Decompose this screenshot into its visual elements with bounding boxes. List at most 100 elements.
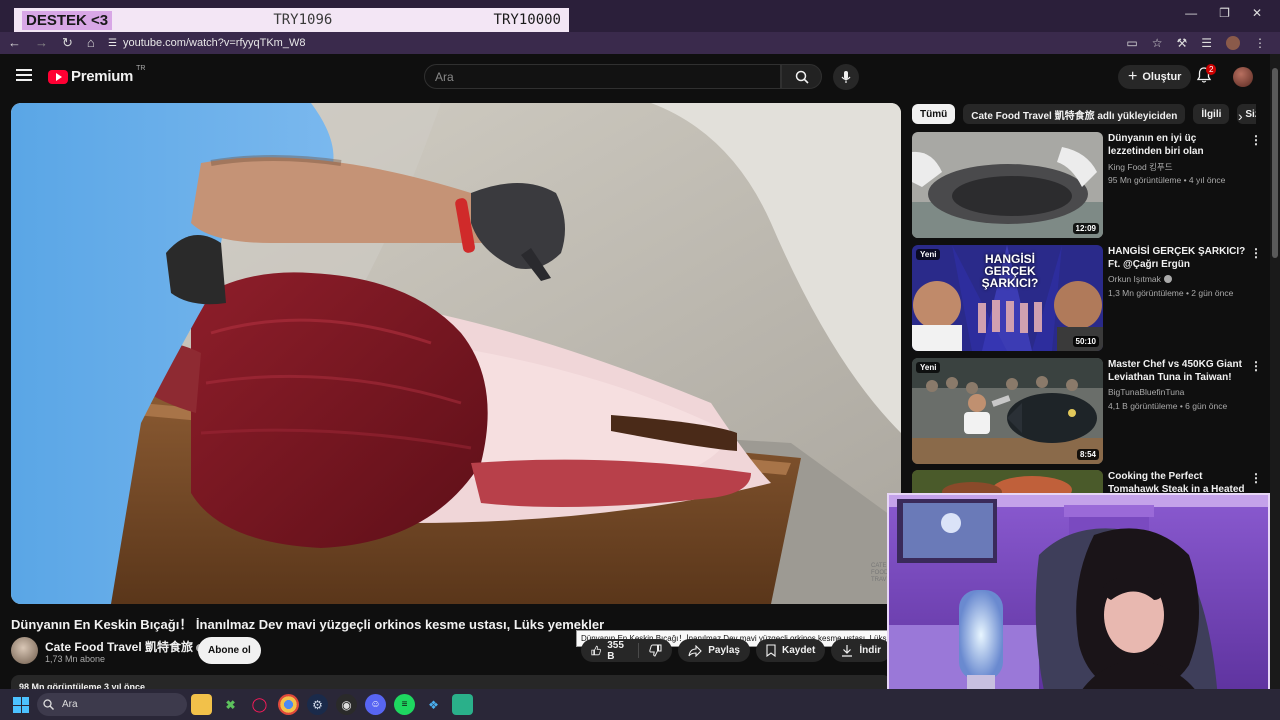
steak-thumbnail-image [912, 470, 1103, 494]
chevron-right-icon[interactable]: › [1238, 108, 1243, 124]
profile-avatar-icon[interactable] [1226, 36, 1240, 50]
channel-avatar[interactable] [11, 637, 38, 664]
taskbar-search-input[interactable]: Ara [37, 693, 187, 716]
forward-icon[interactable]: → [35, 35, 48, 51]
share-button[interactable]: Paylaş [678, 639, 750, 662]
browser-menu-icon[interactable]: ⋮ [1254, 36, 1266, 50]
windows-taskbar: Ara ✖ ◯ ⚙ ◉ ☺ ≡ ❖ [0, 689, 1280, 720]
search-button[interactable] [781, 64, 822, 89]
recommendation-item[interactable]: 12:09 Dünyanın en iyi üç lezzetinden bir… [912, 132, 1262, 238]
download-button[interactable]: İndir [831, 639, 891, 662]
like-count: 355 B [607, 639, 624, 662]
channel-row: Cate Food Travel 凱特食旅 1,73 Mn abone Abon… [11, 637, 891, 665]
recommendation-title[interactable]: Dünyanın en iyi üç lezzetinden biri olan… [1108, 132, 1246, 158]
windows-start-icon[interactable] [13, 697, 29, 713]
create-label: Oluştur [1142, 71, 1182, 83]
save-button[interactable]: Kaydet [755, 639, 826, 662]
gallery-app-icon[interactable] [452, 694, 473, 715]
video-thumbnail[interactable]: HANGİSİ GERÇEK ŞARKICI? Yeni 50:10 [912, 245, 1103, 351]
video-thumbnail[interactable]: 12:09 [912, 132, 1103, 238]
media-control-icon[interactable]: ☰ [1201, 36, 1212, 50]
like-dislike-group: 355 B [581, 639, 673, 662]
recommendation-channel[interactable]: BigTunaBluefinTuna [1108, 387, 1184, 397]
recommendation-item[interactable]: Yeni 8:54 Master Chef vs 450KG Giant Lev… [912, 358, 1262, 464]
restore-icon[interactable]: ❐ [1219, 6, 1230, 20]
hamburger-menu-icon[interactable] [16, 69, 32, 81]
chip-related[interactable]: İlgili [1193, 104, 1230, 124]
page-scrollbar[interactable] [1270, 54, 1280, 694]
video-thumbnail[interactable]: Yeni 8:54 [912, 358, 1103, 464]
more-options-icon[interactable]: ⋮ [1250, 472, 1262, 484]
recommendation-title[interactable]: Cooking the Perfect Tomahawk Steak in a … [1108, 470, 1246, 494]
share-icon [688, 644, 703, 657]
microphone-icon [841, 71, 851, 83]
minimize-icon[interactable]: — [1185, 6, 1197, 20]
channel-name-text: Cate Food Travel 凱特食旅 [45, 640, 194, 654]
install-app-icon[interactable]: ▭ [1126, 36, 1137, 50]
reload-icon[interactable]: ↻ [62, 35, 73, 51]
download-icon [842, 645, 853, 657]
video-duration: 50:10 [1072, 336, 1099, 347]
browser-tabstrip: DESTEK <3 TRY1096 TRY10000 — ❐ ✕ [0, 0, 1280, 32]
download-label: İndir [859, 645, 881, 656]
recommendation-title[interactable]: HANGİSİ GERÇEK ŞARKICI? Ft. @Çağrı Ergün [1108, 245, 1246, 271]
video-thumbnail[interactable] [912, 470, 1103, 494]
url-field[interactable]: ☰ youtube.com/watch?v=rfyyqTKm_W8 [108, 37, 305, 49]
home-icon[interactable]: ⌂ [87, 35, 95, 51]
chip-from-uploader[interactable]: Cate Food Travel 凱特食旅 adlı yükleyiciden [963, 104, 1186, 124]
recommendation-item[interactable]: HANGİSİ GERÇEK ŞARKICI? Yeni 50:10 HANGİ… [912, 245, 1262, 351]
filter-chips: Tümü Cate Food Travel 凱特食旅 adlı yükleyic… [912, 104, 1256, 124]
spotify-icon[interactable]: ≡ [394, 694, 415, 715]
recommendation-channel[interactable]: King Food 킹푸드 [1108, 161, 1173, 173]
account-avatar[interactable] [1233, 67, 1253, 87]
subscribe-button[interactable]: Abone ol [198, 637, 261, 664]
discord-icon[interactable]: ☺ [365, 694, 386, 715]
donation-goal-overlay: DESTEK <3 TRY1096 TRY10000 [14, 8, 569, 32]
thumbnail-overlay-text: HANGİSİ GERÇEK ŞARKICI? [981, 252, 1039, 290]
address-bar: ← → ↻ ⌂ ☰ youtube.com/watch?v=rfyyqTKm_W… [0, 32, 1280, 54]
bookmark-star-icon[interactable]: ☆ [1152, 36, 1163, 50]
notifications-button[interactable]: 2 [1196, 64, 1217, 85]
scrollbar-thumb[interactable] [1272, 68, 1278, 258]
file-explorer-icon[interactable] [191, 694, 212, 715]
chrome-icon[interactable] [278, 694, 299, 715]
recommendation-meta: 4,1 B görüntüleme • 6 gün önce [1108, 401, 1228, 411]
xbox-icon[interactable]: ✖ [220, 694, 241, 715]
youtube-logo[interactable]: Premium TR [48, 65, 145, 85]
recommendation-channel[interactable]: Orkun Işıtmak [1108, 274, 1172, 284]
search-icon [795, 70, 809, 84]
more-options-icon[interactable]: ⋮ [1250, 247, 1262, 259]
video-duration: 12:09 [1072, 223, 1099, 234]
recommendation-meta: 95 Mn görüntüleme • 4 yıl önce [1108, 175, 1226, 185]
youtube-header: Premium TR Ara + Oluştur 2 [0, 54, 1270, 100]
new-badge: Yeni [916, 249, 941, 260]
more-options-icon[interactable]: ⋮ [1250, 360, 1262, 372]
channel-name[interactable]: Cate Food Travel 凱特食旅 [45, 638, 205, 655]
like-button[interactable]: 355 B [581, 640, 640, 662]
donation-current: TRY1096 [273, 12, 333, 28]
streamer-webcam-overlay [887, 493, 1270, 715]
create-button[interactable]: + Oluştur [1118, 65, 1192, 89]
search-input[interactable]: Ara [424, 64, 781, 89]
recommendation-title[interactable]: Master Chef vs 450KG Giant Leviathan Tun… [1108, 358, 1246, 384]
subscriber-count: 1,73 Mn abone [45, 654, 106, 664]
share-label: Paylaş [708, 645, 740, 656]
opera-gx-icon[interactable]: ◯ [249, 694, 270, 715]
video-player[interactable]: CATE FOOD TRAVEL [11, 103, 901, 604]
back-icon[interactable]: ← [8, 35, 21, 51]
site-info-icon[interactable]: ☰ [108, 38, 117, 49]
dislike-button[interactable] [639, 644, 672, 657]
recommendation-item[interactable]: Cooking the Perfect Tomahawk Steak in a … [912, 470, 1262, 494]
voice-search-button[interactable] [833, 64, 859, 90]
obs-icon[interactable]: ◉ [336, 694, 357, 715]
taskbar-search-placeholder: Ara [62, 699, 78, 710]
close-icon[interactable]: ✕ [1252, 6, 1262, 20]
more-options-icon[interactable]: ⋮ [1250, 134, 1262, 146]
steam-icon[interactable]: ⚙ [307, 694, 328, 715]
recommendation-channel-text: Orkun Işıtmak [1108, 274, 1161, 284]
network-tool-icon[interactable]: ❖ [423, 694, 444, 715]
video-actions: 355 B Paylaş Kaydet İndir [581, 639, 891, 662]
tuna-market-thumbnail-image [912, 358, 1103, 464]
chip-all[interactable]: Tümü [912, 104, 956, 124]
extensions-icon[interactable]: ⚒ [1176, 36, 1187, 50]
